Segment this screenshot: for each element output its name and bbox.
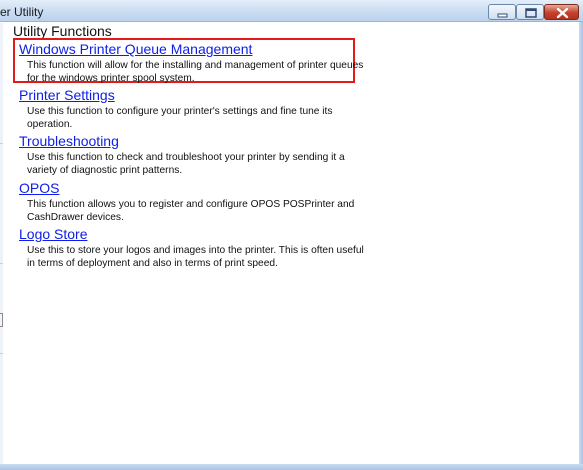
window-title: er Utility bbox=[0, 5, 44, 19]
logo-store-link[interactable]: Logo Store bbox=[19, 226, 379, 242]
close-icon bbox=[556, 7, 569, 19]
divider bbox=[0, 353, 3, 354]
maximize-button[interactable] bbox=[516, 4, 544, 20]
divider bbox=[0, 263, 3, 264]
printer-queue-description: This function will allow for the install… bbox=[27, 60, 364, 84]
panel-handle[interactable] bbox=[0, 313, 3, 327]
minimize-button[interactable] bbox=[488, 4, 516, 20]
left-panel-edge bbox=[0, 23, 3, 466]
section-title: Utility Functions bbox=[13, 23, 112, 39]
minimize-icon bbox=[497, 13, 508, 18]
window-border-right bbox=[579, 22, 583, 470]
printer-queue-link[interactable]: Windows Printer Queue Management bbox=[19, 41, 379, 57]
function-item-troubleshooting: Troubleshooting Use this function to che… bbox=[19, 133, 379, 177]
maximize-icon bbox=[525, 8, 537, 18]
printer-settings-description: Use this function to configure your prin… bbox=[27, 106, 333, 130]
troubleshooting-description: Use this function to check and troublesh… bbox=[27, 152, 345, 176]
printer-settings-link[interactable]: Printer Settings bbox=[19, 87, 379, 103]
divider bbox=[0, 143, 3, 144]
title-bar: er Utility bbox=[0, 0, 583, 22]
function-item-opos: OPOS This function allows you to registe… bbox=[19, 180, 379, 224]
logo-store-description: Use this to store your logos and images … bbox=[27, 245, 364, 269]
opos-description: This function allows you to register and… bbox=[27, 199, 355, 223]
close-button[interactable] bbox=[544, 4, 579, 20]
troubleshooting-link[interactable]: Troubleshooting bbox=[19, 133, 379, 149]
window-border-bottom bbox=[0, 464, 583, 470]
opos-link[interactable]: OPOS bbox=[19, 180, 379, 196]
function-item-logo-store: Logo Store Use this to store your logos … bbox=[19, 226, 379, 270]
function-item-printer-queue: Windows Printer Queue Management This fu… bbox=[19, 41, 379, 85]
function-item-printer-settings: Printer Settings Use this function to co… bbox=[19, 87, 379, 131]
